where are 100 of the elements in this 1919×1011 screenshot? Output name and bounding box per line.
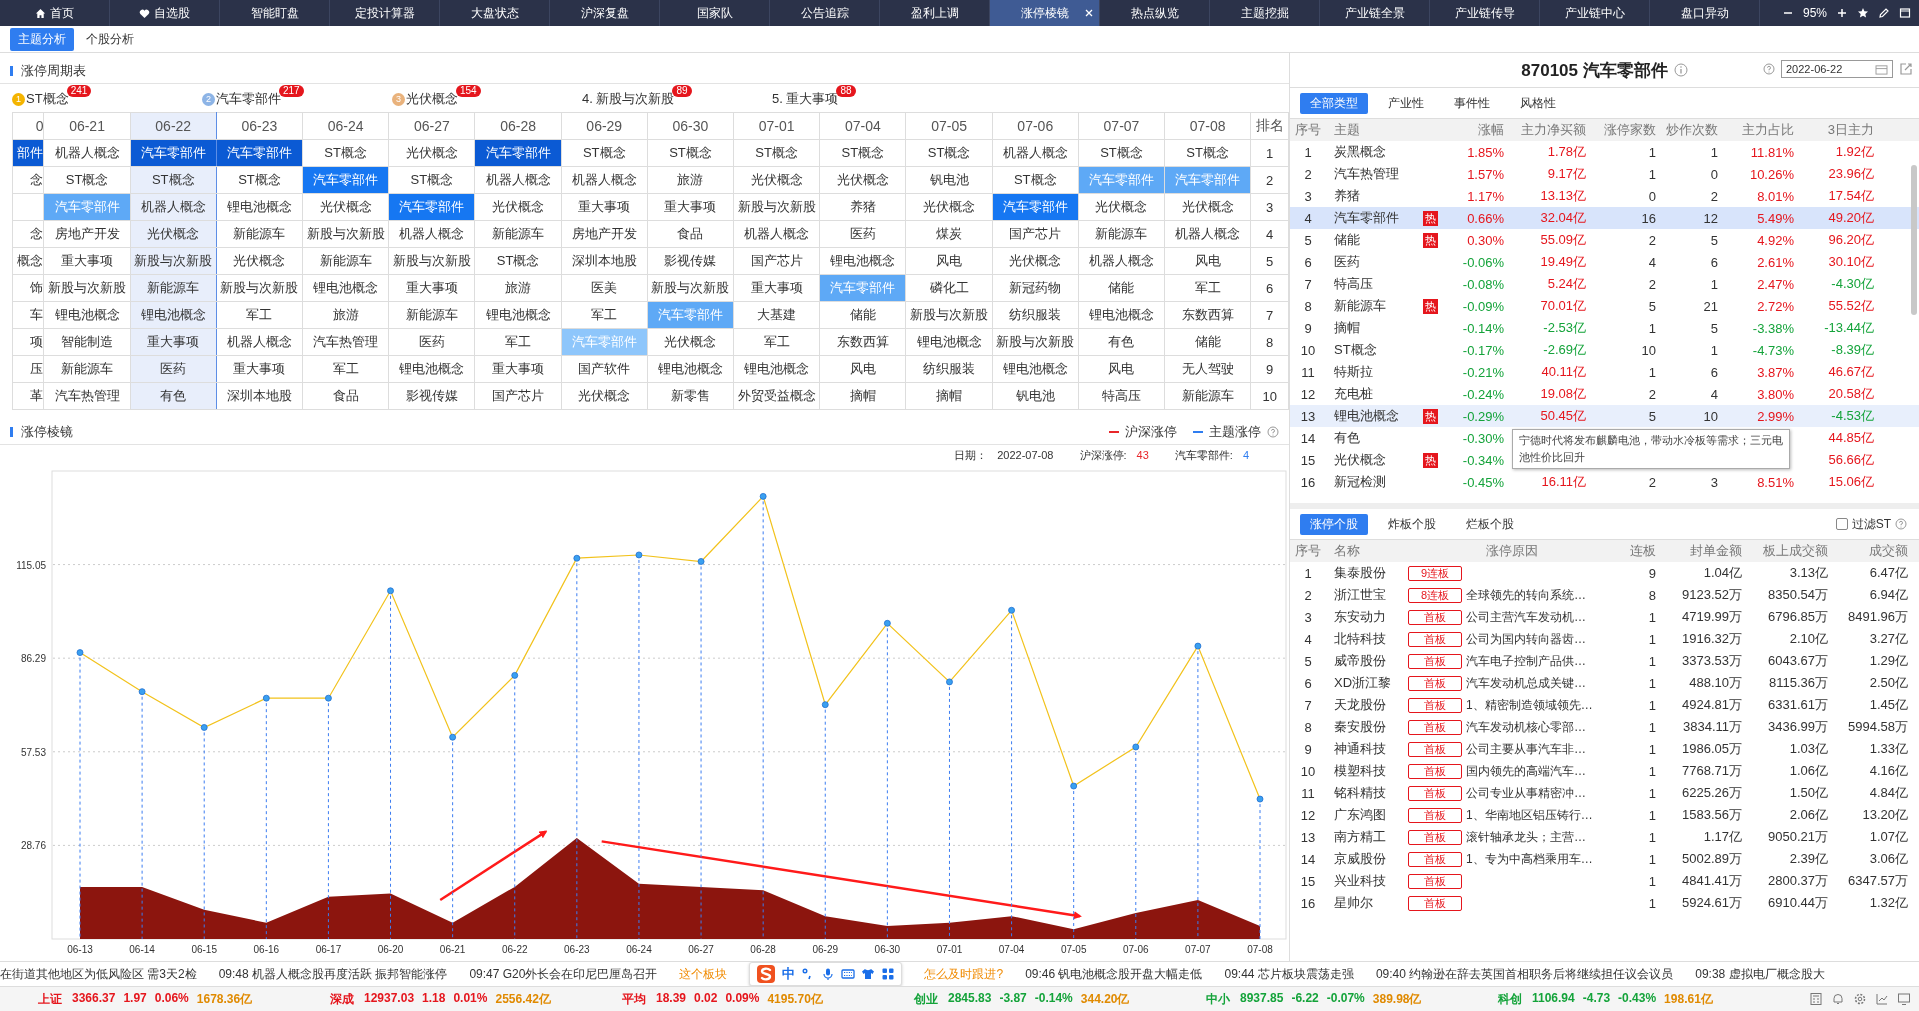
theme-cell[interactable]: 新能源车: [130, 274, 217, 302]
grid-icon[interactable]: [881, 967, 896, 981]
calendar-icon[interactable]: [1875, 63, 1888, 75]
stock-name[interactable]: 铭科精技: [1326, 784, 1408, 802]
theme-cell[interactable]: 新股与次新股: [130, 247, 217, 275]
theme-cell[interactable]: 军工: [1164, 274, 1251, 302]
theme-cell[interactable]: 光伏概念: [819, 166, 906, 194]
theme-cell[interactable]: 念: [12, 166, 44, 194]
news-item[interactable]: 09:48 机器人概念股再度活跃 振邦智能涨停: [218, 965, 448, 983]
news-item[interactable]: 09:46 钒电池概念股开盘大幅走低: [1025, 965, 1203, 983]
theme-cell[interactable]: 军工: [474, 328, 562, 356]
theme-cell[interactable]: ST概念: [216, 166, 303, 194]
theme-cell[interactable]: 光伏概念: [216, 247, 303, 275]
theme-cell[interactable]: 旅游: [302, 301, 389, 329]
data-point[interactable]: [76, 649, 84, 656]
theme-cell[interactable]: 锂电池概念: [302, 274, 389, 302]
theme-cell[interactable]: 东数西算: [819, 328, 906, 356]
stock-name[interactable]: 北特科技: [1326, 630, 1408, 648]
theme-cell[interactable]: ST概念: [992, 166, 1079, 194]
theme-cell[interactable]: 医药: [819, 220, 906, 248]
stock-name[interactable]: 兴业科技: [1326, 872, 1408, 890]
theme-cell[interactable]: 特高压: [1078, 382, 1165, 410]
theme-cell[interactable]: 光伏概念: [733, 166, 820, 194]
stock-name[interactable]: XD浙江黎: [1326, 674, 1408, 692]
share-icon[interactable]: [1899, 62, 1913, 76]
theme-cell[interactable]: 光伏概念: [474, 193, 562, 221]
stock-name[interactable]: 模塑科技: [1326, 762, 1408, 780]
theme-cell[interactable]: 汽车零部件: [388, 193, 475, 221]
stock-name[interactable]: 京威股份: [1326, 850, 1408, 868]
theme-cell[interactable]: 军工: [216, 301, 303, 329]
star-icon[interactable]: [1857, 7, 1869, 19]
theme-cell[interactable]: 光伏概念: [130, 220, 217, 248]
theme-cell[interactable]: 国产芯片: [733, 247, 820, 275]
chart-icon[interactable]: [1875, 992, 1889, 1006]
data-point[interactable]: [1256, 795, 1264, 803]
theme-cell[interactable]: 智能制造: [43, 328, 131, 356]
theme-cell[interactable]: 新股与次新股: [302, 220, 389, 248]
help-icon[interactable]: [1267, 426, 1279, 438]
date-header[interactable]: 06-24: [302, 112, 389, 140]
theme-cell[interactable]: 风电: [905, 247, 993, 275]
index-name[interactable]: 平均: [622, 990, 646, 1008]
theme-cell[interactable]: 养猪: [819, 193, 906, 221]
nav-tab[interactable]: 大盘状态: [440, 0, 550, 26]
theme-cell[interactable]: 革: [12, 382, 44, 410]
settings-icon[interactable]: [1853, 992, 1867, 1006]
leader-theme[interactable]: ST概念: [26, 90, 69, 108]
theme-cell[interactable]: 重大事项: [647, 193, 734, 221]
theme-cell[interactable]: 大基建: [733, 301, 820, 329]
theme-cell[interactable]: 光伏概念: [905, 193, 993, 221]
stock-name[interactable]: 天龙股份: [1326, 696, 1408, 714]
theme-cell[interactable]: 新股与次新股: [733, 193, 820, 221]
keyboard-icon[interactable]: [841, 967, 856, 981]
theme-cell[interactable]: 新股与次新股: [216, 274, 303, 302]
stock-name[interactable]: 集泰股份: [1326, 564, 1408, 582]
theme-cell[interactable]: 光伏概念: [388, 139, 475, 167]
date-field[interactable]: 2022-06-22: [1781, 60, 1893, 78]
date-header[interactable]: 06-23: [216, 112, 303, 140]
theme-cell[interactable]: 医美: [561, 274, 648, 302]
theme-cell[interactable]: ST概念: [1078, 139, 1165, 167]
theme-cell[interactable]: 医药: [130, 355, 217, 383]
checkbox[interactable]: [1835, 518, 1848, 530]
data-point[interactable]: [511, 672, 519, 679]
theme-cell[interactable]: 医药: [388, 328, 475, 356]
theme-cell[interactable]: ST概念: [43, 166, 131, 194]
nav-tab[interactable]: 产业链中心: [1540, 0, 1650, 26]
nav-tab[interactable]: 沪深复盘: [550, 0, 660, 26]
window-icon[interactable]: [1899, 7, 1911, 19]
data-point[interactable]: [1194, 642, 1202, 650]
theme-cell[interactable]: ST概念: [905, 139, 993, 167]
theme-cell[interactable]: 新能源车: [474, 220, 562, 248]
stock-name[interactable]: 浙江世宝: [1326, 586, 1408, 604]
theme-cell[interactable]: 机器人概念: [130, 193, 217, 221]
news-item[interactable]: 09:47 G20外长会在印尼巴厘岛召开: [469, 965, 658, 983]
theme-cell[interactable]: 风电: [1078, 355, 1165, 383]
theme-cell[interactable]: 新能源车: [43, 355, 131, 383]
data-point[interactable]: [387, 587, 394, 595]
theme-cell[interactable]: 有色: [130, 382, 217, 410]
date-header[interactable]: 07-07: [1078, 112, 1165, 140]
theme-cell[interactable]: 机器人概念: [216, 328, 303, 356]
theme-row[interactable]: 13 锂电池概念 热 -0.29% 50.45亿 5 10 2.99% -4.53亿: [1290, 405, 1919, 427]
theme-cell[interactable]: 房地产开发: [43, 220, 131, 248]
theme-cell[interactable]: 光伏概念: [1078, 193, 1165, 221]
theme-cell[interactable]: 影视传媒: [647, 247, 734, 275]
data-point[interactable]: [759, 493, 767, 500]
leader-theme[interactable]: 光伏概念: [406, 90, 458, 108]
help-icon[interactable]: [1763, 63, 1775, 75]
theme-cell[interactable]: 锂电池概念: [733, 355, 820, 383]
theme-cell[interactable]: ST概念: [302, 139, 389, 167]
data-point[interactable]: [821, 701, 829, 709]
data-point[interactable]: [1008, 606, 1015, 614]
theme-cell[interactable]: 光伏概念: [302, 193, 389, 221]
theme-cell[interactable]: 纺织服装: [905, 355, 993, 383]
theme-cell[interactable]: 储能: [1164, 328, 1251, 356]
nav-tab[interactable]: 自选股: [110, 0, 220, 26]
theme-cell[interactable]: 锂电池概念: [647, 355, 734, 383]
calculator-icon[interactable]: [1809, 992, 1823, 1006]
theme-cell[interactable]: 重大事项: [43, 247, 131, 275]
monitor-icon[interactable]: [1897, 992, 1911, 1006]
date-header[interactable]: 06-21: [43, 112, 131, 140]
theme-cell[interactable]: 东数西算: [1164, 301, 1251, 329]
